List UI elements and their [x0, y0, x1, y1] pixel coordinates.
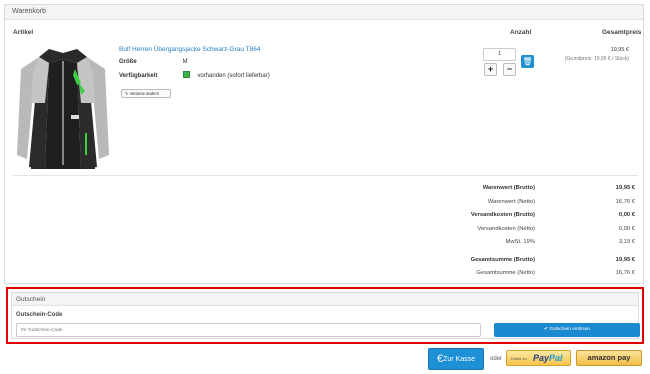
- totals-row: Versandkosten (Brutto) 0,00 €: [365, 210, 641, 224]
- totals-row: Gesamtsumme (Brutto) 19,95 €: [365, 255, 641, 269]
- size-value: M: [182, 59, 188, 65]
- totals-value: 19,95 €: [615, 185, 635, 191]
- availability-icon: [182, 71, 190, 78]
- edit-variant-label: Variante ändern: [129, 91, 160, 96]
- trash-icon: 🗑: [522, 57, 533, 66]
- totals-row: Warenwert (Netto) 16,76 €: [365, 197, 641, 211]
- coupon-code-input[interactable]: [16, 323, 481, 337]
- product-size-row: Größe M: [119, 59, 188, 65]
- availability-label: Verfügbarkeit: [119, 73, 158, 79]
- coupon-field-label: Gutschein-Code: [16, 312, 63, 318]
- size-label: Größe: [119, 59, 137, 65]
- availability-value: vorhanden (sofort lieferbar): [197, 73, 270, 79]
- paypal-checkout-button[interactable]: Direkt zu PayPal: [506, 350, 571, 366]
- totals-row: Versandkosten (Netto) 0,00 €: [365, 224, 641, 238]
- column-header-artikel: Artikel: [13, 29, 34, 36]
- totals-label: Versandkosten (Brutto): [470, 212, 535, 218]
- totals-value: 19,95 €: [615, 256, 635, 263]
- totals-row: MwSt. 19% 3,19 €: [365, 237, 641, 251]
- or-text: oder: [490, 356, 503, 362]
- totals-label: Gesamtsumme (Netto): [476, 270, 535, 276]
- paypal-logo-part-2: Pal: [549, 353, 563, 363]
- totals-label: Gesamtsumme (Brutto): [470, 256, 535, 263]
- amazon-pay-button[interactable]: amazon pay: [576, 350, 642, 366]
- edit-variant-button[interactable]: ✎ Variante ändern: [121, 89, 171, 98]
- paypal-logo-part-1: Pay: [533, 353, 550, 363]
- coupon-panel: Gutschein Gutschein-Code ✔ Gutschein ein…: [11, 292, 640, 339]
- product-availability-row: Verfügbarkeit vorhanden (sofort lieferba…: [119, 71, 270, 79]
- cart-panel-title: Warenkorb: [5, 5, 643, 20]
- check-icon: ✔: [543, 327, 548, 332]
- totals-value: 0,00 €: [618, 212, 635, 218]
- totals-row: Warenwert (Brutto) 19,95 €: [365, 183, 641, 197]
- divider: [13, 175, 638, 176]
- checkout-label: Zur Kasse: [443, 356, 476, 363]
- redeem-coupon-button[interactable]: ✔ Gutschein einlösen: [494, 323, 640, 337]
- plus-icon: +: [487, 64, 494, 74]
- totals-summary: Warenwert (Brutto) 19,95 € Warenwert (Ne…: [365, 183, 641, 282]
- totals-value: 16,76 €: [615, 198, 635, 205]
- cart-panel: Warenkorb Artikel Anzahl Gesamtpreis Bol…: [4, 4, 644, 284]
- item-total-price: 19,95 €: [610, 47, 629, 53]
- totals-row: Gesamtsumme (Netto) 16,76 €: [365, 268, 641, 282]
- totals-value: 0,00 €: [618, 225, 635, 232]
- quantity-increase-button[interactable]: +: [484, 63, 497, 76]
- totals-label: MwSt. 19%: [505, 239, 535, 245]
- column-header-gesamtpreis: Gesamtpreis: [602, 29, 642, 36]
- minus-icon: −: [506, 64, 513, 74]
- paypal-logo: PayPal: [533, 353, 563, 363]
- product-image[interactable]: [15, 43, 111, 173]
- paypal-prefix: Direkt zu: [511, 356, 527, 361]
- totals-label: Warenwert (Brutto): [482, 185, 535, 191]
- coupon-highlight-frame: Gutschein Gutschein-Code ✔ Gutschein ein…: [6, 287, 644, 344]
- product-name-link[interactable]: Bolf Herren Übergangsjacke Schwarz-Grau …: [119, 46, 261, 53]
- checkout-button[interactable]: €Zur Kasse: [428, 348, 484, 370]
- item-unit-price: (Grundpreis: 19,95 € / Stück): [564, 56, 629, 62]
- remove-item-button[interactable]: 🗑: [521, 55, 534, 68]
- totals-label: Versandkosten (Netto): [477, 225, 535, 232]
- redeem-coupon-label: Gutschein einlösen: [549, 327, 591, 332]
- coupon-panel-title: Gutschein: [12, 293, 638, 306]
- totals-value: 3,19 €: [618, 239, 635, 245]
- quantity-decrease-button[interactable]: −: [503, 63, 516, 76]
- totals-value: 16,76 €: [615, 270, 635, 276]
- column-header-anzahl: Anzahl: [510, 29, 532, 36]
- totals-label: Warenwert (Netto): [487, 198, 535, 205]
- quantity-input[interactable]: 1: [483, 48, 516, 61]
